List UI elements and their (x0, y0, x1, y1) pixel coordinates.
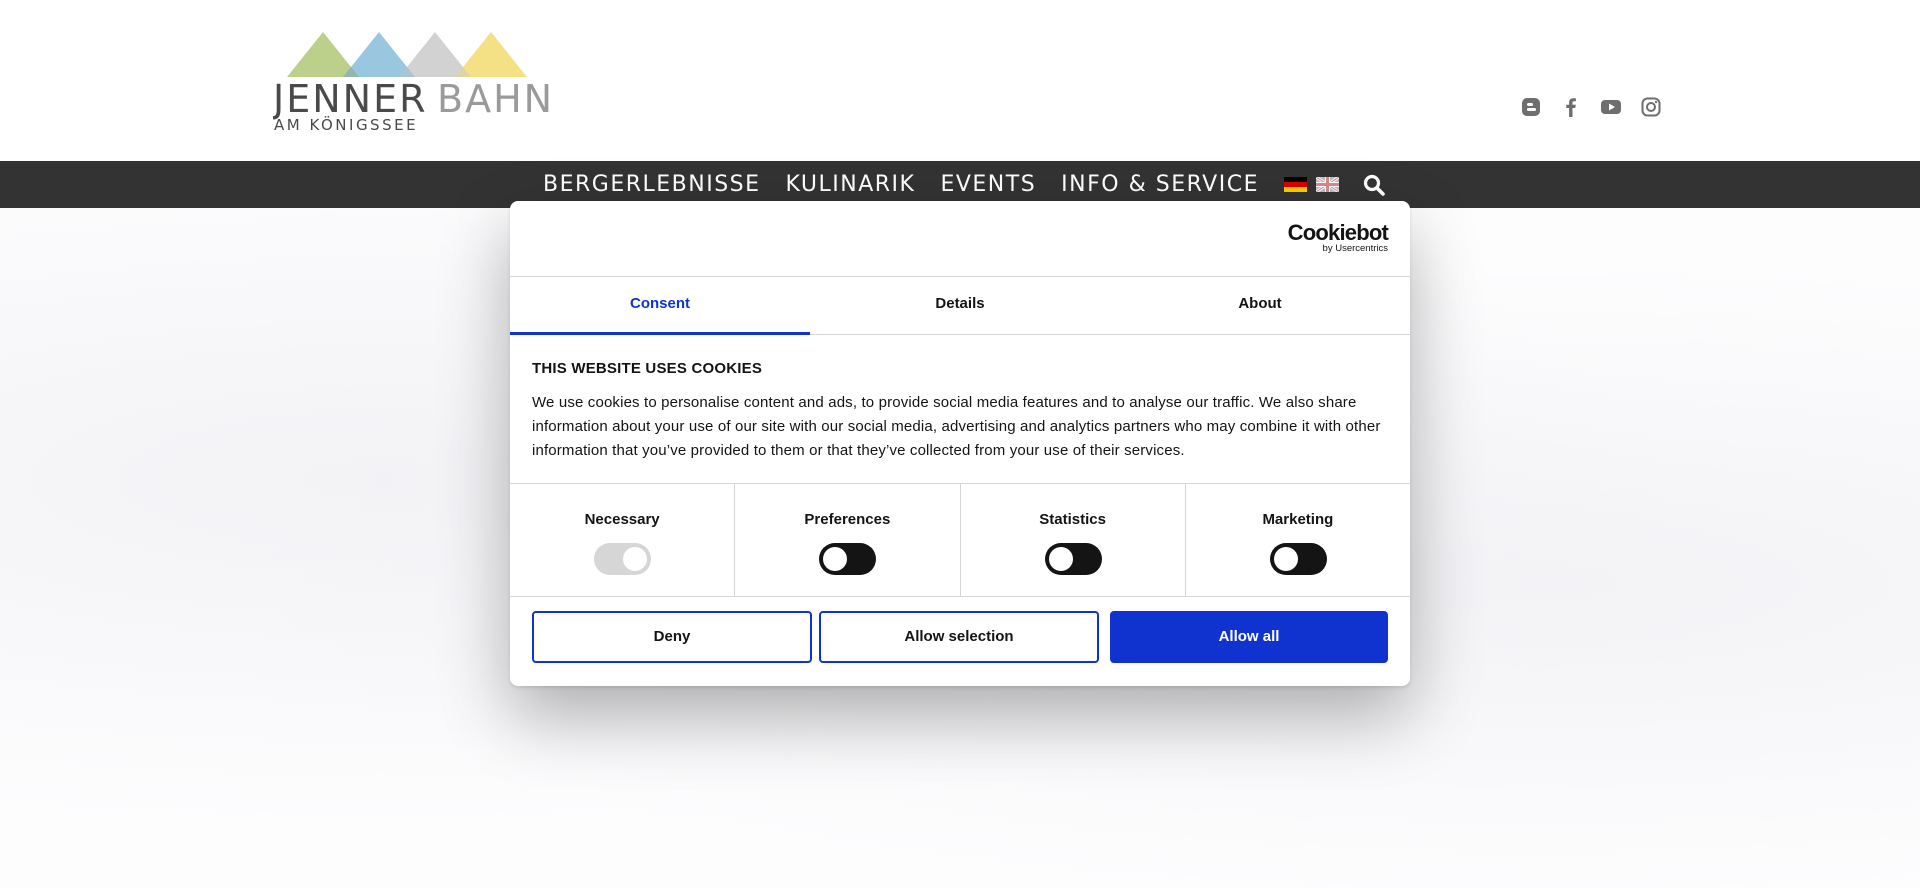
preferences-toggle[interactable] (819, 543, 877, 575)
necessary-toggle (594, 543, 652, 575)
marketing-toggle[interactable] (1269, 543, 1327, 575)
toggle-knob (1048, 547, 1073, 571)
dialog-tabs: Consent Details About (510, 277, 1410, 335)
cookiebot-brand: Cookiebot (1287, 220, 1389, 245)
cookie-consent-dialog: Cookiebot by Usercentrics Consent Detail… (510, 201, 1410, 686)
toggle-knob (623, 547, 648, 571)
category-label: Necessary (584, 511, 660, 528)
german-flag-icon[interactable] (1283, 177, 1307, 192)
consent-buttons: Deny Allow selection Allow all (532, 611, 1388, 663)
allow-all-button[interactable]: Allow all (1110, 611, 1388, 663)
search-icon[interactable] (1363, 174, 1385, 196)
site-header: JENNER BAHN AM KÖNIGSSEE (0, 0, 1920, 161)
facebook-icon[interactable] (1560, 96, 1582, 118)
consent-title: THIS WEBSITE USES COOKIES (532, 360, 763, 377)
logo-mountains-icon: JENNER BAHN AM KÖNIGSSEE (273, 32, 549, 132)
category-statistics: Statistics (961, 484, 1186, 596)
toggle-knob (1273, 547, 1298, 571)
category-preferences: Preferences (735, 484, 961, 596)
tab-about[interactable]: About (1110, 277, 1410, 334)
nav-item-info-service[interactable]: INFO & SERVICE (1061, 172, 1259, 197)
nav-item-kulinarik[interactable]: KULINARIK (786, 172, 916, 197)
uk-flag-icon[interactable] (1315, 177, 1339, 192)
category-label: Marketing (1262, 511, 1334, 528)
tab-details[interactable]: Details (810, 277, 1110, 334)
logo-tagline: AM KÖNIGSSEE (274, 115, 418, 132)
logo-brand-part1: JENNER (273, 77, 427, 121)
toggle-knob (823, 547, 848, 571)
category-label: Preferences (804, 511, 891, 528)
youtube-icon[interactable] (1600, 96, 1622, 118)
page: JENNER BAHN AM KÖNIGSSEE BERGERLEBNISSE … (0, 0, 1920, 888)
statistics-toggle[interactable] (1044, 543, 1102, 575)
jennerbahn-logo[interactable]: JENNER BAHN AM KÖNIGSSEE (273, 32, 549, 132)
social-links (1520, 96, 1662, 118)
tab-consent[interactable]: Consent (510, 277, 810, 335)
category-marketing: Marketing (1186, 484, 1410, 596)
language-flags (1283, 177, 1339, 192)
category-necessary: Necessary (510, 484, 736, 596)
nav-item-bergerlebnisse[interactable]: BERGERLEBNISSE (543, 172, 761, 197)
dialog-header: Cookiebot by Usercentrics (510, 201, 1410, 277)
instagram-icon[interactable] (1640, 96, 1662, 118)
logo-brand-part2: BAHN (437, 77, 549, 121)
category-label: Statistics (1039, 511, 1106, 528)
blogger-icon[interactable] (1520, 96, 1542, 118)
cookiebot-logo[interactable]: Cookiebot by Usercentrics (1287, 220, 1389, 255)
deny-button[interactable]: Deny (532, 611, 812, 663)
consent-text: We use cookies to personalise content an… (532, 394, 1381, 459)
nav-item-events[interactable]: EVENTS (940, 172, 1036, 197)
consent-body: THIS WEBSITE USES COOKIES We use cookies… (532, 360, 1388, 463)
cookie-categories: Necessary Preferences Statistics Marketi… (510, 483, 1410, 597)
allow-selection-button[interactable]: Allow selection (819, 611, 1099, 663)
